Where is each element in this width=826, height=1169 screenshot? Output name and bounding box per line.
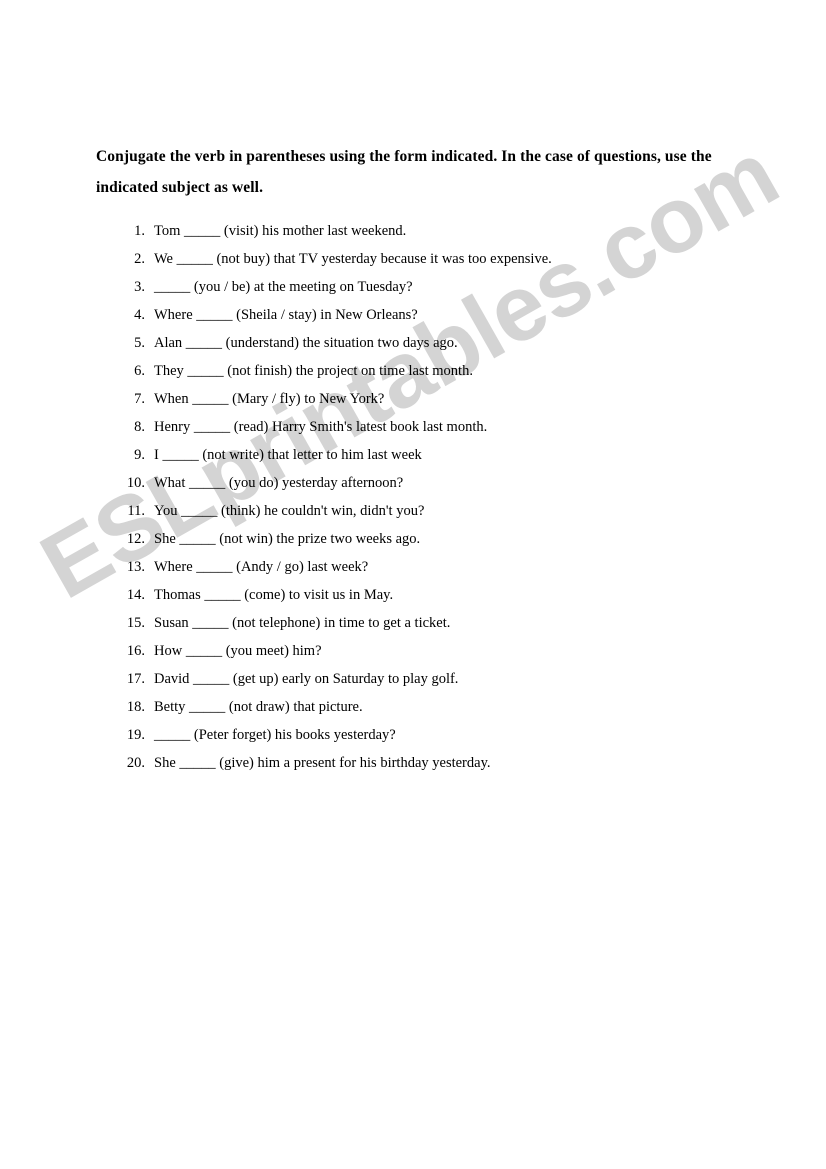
exercise-sentence: Susan _____ (not telephone) in time to g…: [154, 615, 451, 631]
exercise-sentence: What _____ (you do) yesterday afternoon?: [154, 475, 404, 491]
exercise-number: 11.: [127, 503, 145, 519]
exercise-number: 20.: [126, 755, 145, 771]
exercise-number: 2.: [134, 251, 145, 267]
exercise-number: 1.: [134, 223, 145, 239]
exercise-number: 19.: [126, 727, 145, 743]
exercise-item: 14. Thomas _____ (come) to visit us in Ma…: [118, 581, 778, 609]
exercise-sentence: She _____ (not win) the prize two weeks …: [154, 531, 421, 547]
exercise-sentence: Thomas _____ (come) to visit us in May.: [154, 587, 394, 603]
exercise-item: 2. We _____ (not buy) that TV yesterday b…: [118, 245, 778, 273]
exercise-number: 12.: [126, 531, 145, 547]
exercise-item: 16. How _____ (you meet) him?: [118, 637, 778, 665]
exercise-sentence: Henry _____ (read) Harry Smith's latest …: [154, 419, 488, 435]
exercise-sentence: I _____ (not write) that letter to him l…: [154, 447, 422, 463]
exercise-item: 19. _____ (Peter forget) his books yester…: [118, 721, 778, 749]
exercise-sentence: Tom _____ (visit) his mother last weeken…: [154, 223, 407, 239]
exercise-sentence: David _____ (get up) early on Saturday t…: [154, 671, 459, 687]
exercise-item: 20. She _____ (give) him a present for hi…: [118, 749, 778, 777]
exercise-item: 1. Tom _____ (visit) his mother last week…: [118, 217, 778, 245]
exercise-sentence: We _____ (not buy) that TV yesterday bec…: [154, 251, 552, 267]
exercise-item: 12. She _____ (not win) the prize two wee…: [118, 525, 778, 553]
exercise-sentence: Where _____ (Andy / go) last week?: [154, 559, 369, 575]
exercise-number: 7.: [134, 391, 145, 407]
exercise-number: 10.: [126, 475, 145, 491]
exercise-list: 1. Tom _____ (visit) his mother last week…: [118, 217, 778, 777]
exercise-item: 7. When _____ (Mary / fly) to New York?: [118, 385, 778, 413]
exercise-item: 4. Where _____ (Sheila / stay) in New Orl…: [118, 301, 778, 329]
exercise-sentence: Alan _____ (understand) the situation tw…: [154, 335, 458, 351]
exercise-item: 13. Where _____ (Andy / go) last week?: [118, 553, 778, 581]
exercise-item: 5. Alan _____ (understand) the situation …: [118, 329, 778, 357]
exercise-number: 6.: [134, 363, 145, 379]
exercise-sentence: They _____ (not finish) the project on t…: [154, 363, 473, 379]
exercise-item: 8. Henry _____ (read) Harry Smith's lates…: [118, 413, 778, 441]
exercise-number: 17.: [126, 671, 145, 687]
exercise-sentence: _____ (you / be) at the meeting on Tuesd…: [154, 279, 413, 295]
exercise-item: 6. They _____ (not finish) the project on…: [118, 357, 778, 385]
exercise-sentence: _____ (Peter forget) his books yesterday…: [154, 727, 396, 743]
exercise-sentence: Where _____ (Sheila / stay) in New Orlea…: [154, 307, 418, 323]
exercise-item: 18. Betty _____ (not draw) that picture.: [118, 693, 778, 721]
exercise-number: 4.: [134, 307, 145, 323]
exercise-number: 13.: [126, 559, 145, 575]
exercise-number: 8.: [134, 419, 145, 435]
exercise-number: 16.: [126, 643, 145, 659]
exercise-sentence: She _____ (give) him a present for his b…: [154, 755, 491, 771]
exercise-number: 14.: [126, 587, 145, 603]
exercise-item: 17. David _____ (get up) early on Saturda…: [118, 665, 778, 693]
exercise-item: 11. You _____ (think) he couldn't win, di…: [118, 497, 778, 525]
instructions-heading: Conjugate the verb in parentheses using …: [96, 148, 712, 196]
worksheet-content: Conjugate the verb in parentheses using …: [0, 0, 826, 1169]
exercise-sentence: How _____ (you meet) him?: [154, 643, 322, 659]
exercise-item: 10. What _____ (you do) yesterday afterno…: [118, 469, 778, 497]
exercise-sentence: When _____ (Mary / fly) to New York?: [154, 391, 385, 407]
exercise-sentence: Betty _____ (not draw) that picture.: [154, 699, 363, 715]
exercise-number: 18.: [126, 699, 145, 715]
exercise-item: 9. I _____ (not write) that letter to him…: [118, 441, 778, 469]
exercise-number: 9.: [134, 447, 145, 463]
exercise-sentence: You _____ (think) he couldn't win, didn'…: [154, 503, 425, 519]
exercise-item: 15. Susan _____ (not telephone) in time t…: [118, 609, 778, 637]
exercise-number: 3.: [134, 279, 145, 295]
exercise-item: 3. _____ (you / be) at the meeting on Tue…: [118, 273, 778, 301]
exercise-number: 5.: [134, 335, 145, 351]
exercise-number: 15.: [126, 615, 145, 631]
worksheet-page: ESLprintables.com Conjugate the verb in …: [0, 0, 826, 1169]
